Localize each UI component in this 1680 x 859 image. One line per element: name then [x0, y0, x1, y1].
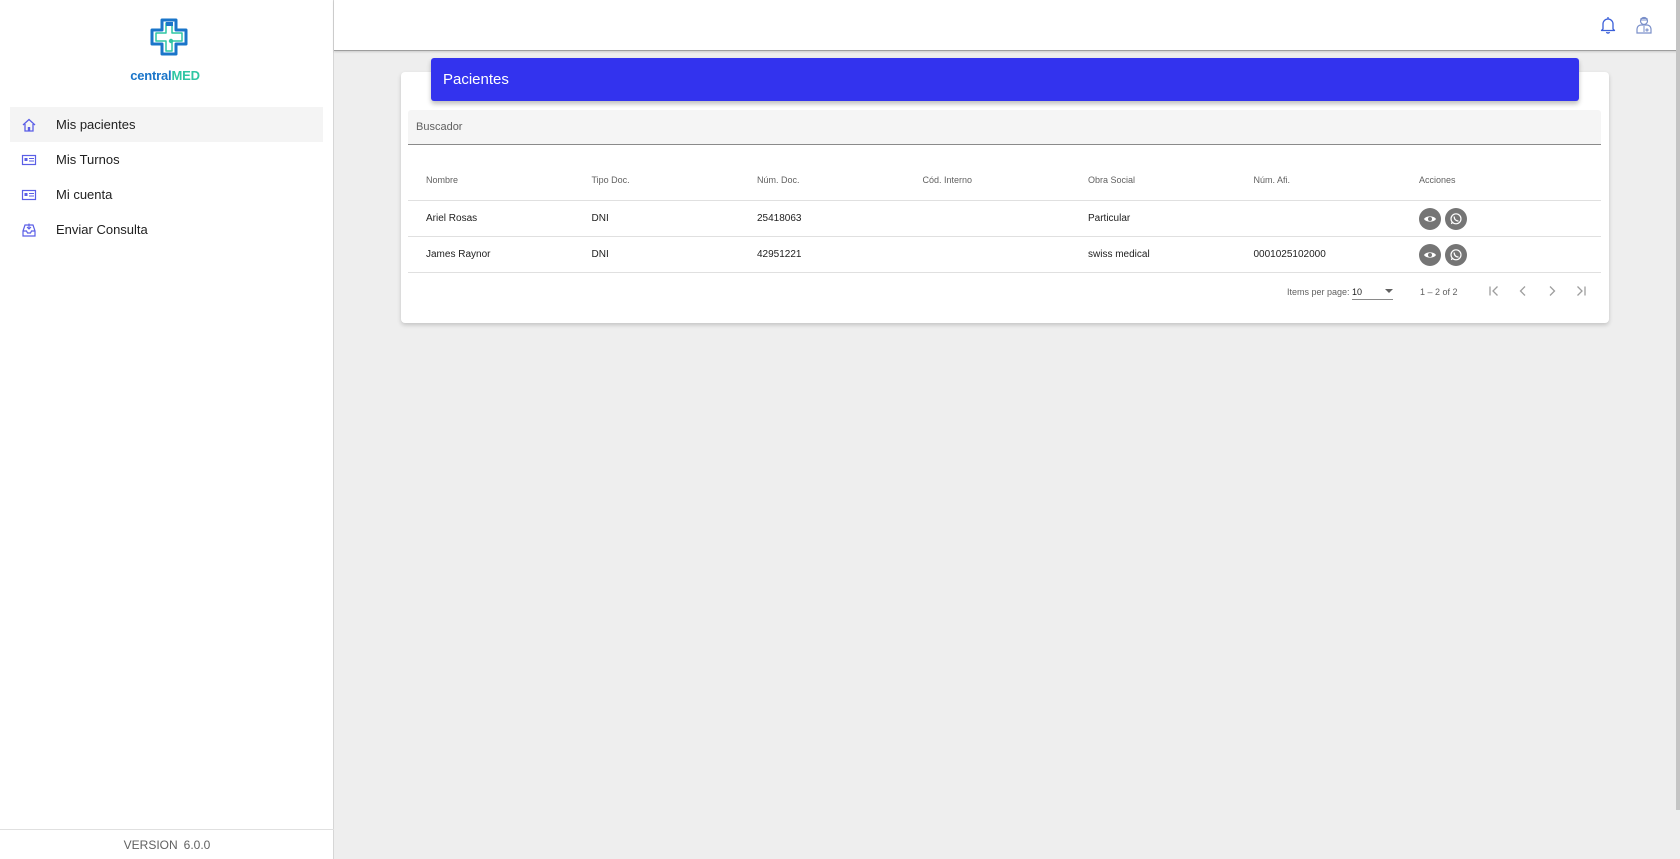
cell-obra-social: swiss medical — [1088, 249, 1150, 260]
table-row[interactable]: James Raynor DNI 42951221 swiss medical … — [408, 237, 1601, 273]
column-header[interactable]: Cód. Interno — [905, 175, 1071, 185]
cell-nombre: Ariel Rosas — [426, 213, 478, 224]
send-inbox-icon — [20, 221, 38, 239]
column-header[interactable]: Nombre — [408, 175, 574, 185]
dropdown-arrow-icon — [1385, 289, 1393, 293]
sidebar: centralMED Mis pacientes Mis Turnos Mi c… — [0, 0, 334, 859]
home-icon — [20, 116, 38, 134]
search-field[interactable] — [408, 110, 1601, 145]
next-page-icon[interactable] — [1544, 283, 1560, 299]
view-button[interactable] — [1419, 243, 1441, 266]
card-title: Pacientes — [431, 58, 1579, 101]
search-input[interactable] — [408, 110, 1601, 144]
paginator: Items per page: 10 1 – 2 of 2 — [408, 278, 1601, 306]
column-header[interactable]: Núm. Doc. — [739, 175, 905, 185]
version-number: 6.0.0 — [183, 837, 211, 852]
items-per-page-value: 10 — [1352, 287, 1363, 297]
sidebar-item-mi-cuenta[interactable]: Mi cuenta — [10, 177, 323, 212]
cell-num-afi: 0001025102000 — [1253, 249, 1326, 260]
column-header[interactable]: Obra Social — [1070, 175, 1236, 185]
sidebar-item-label: Mis Turnos — [56, 152, 120, 167]
bell-icon[interactable] — [1598, 15, 1618, 35]
column-header: Acciones — [1419, 175, 1456, 185]
sidebar-item-enviar-consulta[interactable]: Enviar Consulta — [10, 212, 323, 247]
cell-nombre: James Raynor — [426, 249, 491, 260]
sidebar-item-mis-pacientes[interactable]: Mis pacientes — [10, 107, 323, 142]
previous-page-icon[interactable] — [1515, 283, 1531, 299]
id-card-icon — [20, 186, 38, 204]
doctor-user-icon[interactable] — [1634, 15, 1654, 35]
cell-acciones — [1401, 207, 1601, 230]
logo: centralMED — [120, 14, 210, 100]
cell-num-doc: 25418063 — [757, 213, 802, 224]
column-header[interactable]: Tipo Doc. — [574, 175, 740, 185]
sidebar-item-label: Enviar Consulta — [56, 222, 148, 237]
whatsapp-button[interactable] — [1445, 243, 1467, 266]
whatsapp-icon — [1450, 212, 1462, 224]
medical-cross-logo-icon — [150, 18, 188, 56]
logo-text: centralMED — [130, 68, 200, 83]
items-per-page-select[interactable]: 10 — [1352, 282, 1393, 300]
table-header-row: Nombre Tipo Doc. Núm. Doc. Cód. Interno … — [408, 160, 1601, 201]
cell-num-doc: 42951221 — [757, 249, 802, 260]
scrollbar[interactable] — [1676, 0, 1680, 810]
sidebar-item-mis-turnos[interactable]: Mis Turnos — [10, 142, 323, 177]
sidebar-item-label: Mis pacientes — [56, 117, 136, 132]
column-header[interactable]: Núm. Afi. — [1236, 175, 1402, 185]
cell-tipo-doc: DNI — [591, 213, 609, 224]
cell-acciones — [1401, 243, 1601, 266]
last-page-icon[interactable] — [1573, 283, 1589, 299]
view-button[interactable] — [1419, 207, 1441, 230]
items-per-page-label: Items per page: — [1287, 287, 1350, 297]
table-row[interactable]: Ariel Rosas DNI 25418063 Particular — [408, 201, 1601, 237]
cell-tipo-doc: DNI — [591, 249, 609, 260]
whatsapp-button[interactable] — [1445, 207, 1467, 230]
patients-table: Nombre Tipo Doc. Núm. Doc. Cód. Interno … — [408, 160, 1601, 273]
whatsapp-icon — [1450, 248, 1462, 260]
first-page-icon[interactable] — [1486, 283, 1502, 299]
range-label: 1 – 2 of 2 — [1420, 287, 1458, 297]
eye-icon — [1424, 215, 1436, 222]
top-toolbar — [334, 0, 1680, 51]
version-info: VERSION 6.0.0 — [0, 829, 334, 859]
version-label: VERSION — [123, 837, 178, 852]
id-card-icon — [20, 151, 38, 169]
cell-obra-social: Particular — [1088, 213, 1131, 224]
eye-icon — [1424, 251, 1436, 258]
sidebar-item-label: Mi cuenta — [56, 187, 113, 202]
sidebar-nav: Mis pacientes Mis Turnos Mi cuenta Envia… — [10, 107, 323, 247]
